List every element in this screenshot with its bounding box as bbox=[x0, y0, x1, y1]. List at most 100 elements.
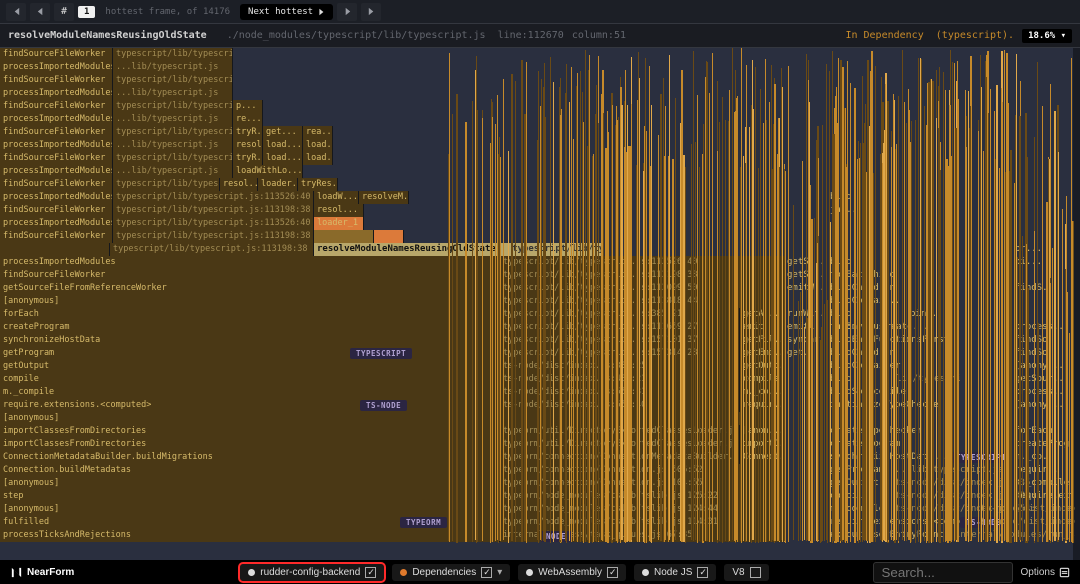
frame-cell[interactable]: ...lib/typescript.js bbox=[113, 87, 233, 100]
frame-cell[interactable]: ConnectionMetadataBuilder.buildMigration… bbox=[0, 451, 500, 464]
frame-cell[interactable]: load... bbox=[263, 152, 303, 165]
frame-cell[interactable]: findSourceFileWorker bbox=[0, 152, 113, 165]
frame-cell[interactable]: loader... bbox=[258, 178, 298, 191]
frame-cell[interactable]: typescript/lib/typescript.js:113198:38 bbox=[113, 204, 314, 217]
frame-cell[interactable]: forEach bbox=[0, 308, 500, 321]
frame-cell[interactable]: findSourceFileWorker bbox=[0, 100, 113, 113]
frame-cell[interactable] bbox=[314, 230, 374, 243]
project-pill[interactable]: rudder-config-backend ✓ bbox=[240, 564, 384, 581]
frame-cell[interactable]: findSourceFileWorker bbox=[0, 178, 113, 191]
frame-cell[interactable]: load... bbox=[303, 139, 333, 152]
wasm-pill[interactable]: WebAssembly ✓ bbox=[518, 564, 626, 581]
frame-cell[interactable]: resol... bbox=[233, 139, 263, 152]
frame-cell[interactable]: ...lib/typescript.js bbox=[113, 165, 233, 178]
frame-cell[interactable]: typescript/lib/typescript.js bbox=[113, 48, 233, 61]
frame-cell[interactable]: load... bbox=[303, 152, 333, 165]
v8-pill[interactable]: V8 ✓ bbox=[724, 564, 768, 581]
frame-cell[interactable]: processImportedModules bbox=[0, 113, 113, 126]
frame-cell[interactable]: findSourceFileWorker bbox=[0, 48, 113, 61]
frame-cell[interactable]: [anonymous] bbox=[0, 477, 500, 490]
search-input[interactable] bbox=[873, 562, 1013, 583]
frame-cell[interactable]: ...lib/typescript.js bbox=[113, 61, 233, 74]
frame-cell[interactable]: getSourceFileFromReferenceWorker bbox=[0, 282, 500, 295]
status-percent[interactable]: 18.6% ▾ bbox=[1022, 29, 1072, 43]
frame-cell[interactable]: resolveM... bbox=[359, 191, 409, 204]
frame-cell[interactable]: rea... bbox=[303, 126, 333, 139]
scrollbar[interactable] bbox=[1073, 48, 1080, 560]
frame-cell[interactable]: processImportedModules bbox=[0, 165, 113, 178]
check-icon: ✓ bbox=[607, 567, 618, 578]
wasm-label: WebAssembly bbox=[538, 567, 602, 578]
frame-cell[interactable]: ...lib/typescript.js bbox=[113, 139, 233, 152]
frame-cell[interactable]: loadWithLo... bbox=[233, 165, 303, 178]
frame-cell[interactable]: processImportedModules bbox=[0, 217, 113, 230]
frame-cell[interactable]: Connection.buildMetadatas bbox=[0, 464, 500, 477]
frame-cell[interactable]: compile bbox=[0, 373, 500, 386]
frame-cell[interactable]: load... bbox=[263, 139, 303, 152]
frame-cell[interactable]: p... bbox=[233, 100, 263, 113]
frame-cell[interactable]: [anonymous] bbox=[0, 295, 500, 308]
frame-cell[interactable]: typescript/lib/typescript.js bbox=[113, 152, 233, 165]
frame-cell[interactable]: re... bbox=[233, 113, 263, 126]
frame-cell[interactable]: synchronizeHostData bbox=[0, 334, 500, 347]
frame-cell[interactable]: typescript/lib/typescript.js bbox=[113, 126, 233, 139]
frame-cell[interactable]: loadW... bbox=[314, 191, 359, 204]
v8-label: V8 bbox=[732, 567, 744, 578]
frame-cell[interactable]: get... bbox=[263, 126, 303, 139]
nodejs-pill[interactable]: Node JS ✓ bbox=[634, 564, 716, 581]
frame-cell[interactable]: loader_1 bbox=[314, 217, 364, 230]
frame-cell[interactable]: processImportedModules bbox=[0, 61, 113, 74]
frame-cell[interactable]: findSourceFileWorker bbox=[0, 269, 500, 282]
frame-cell[interactable]: typescript/lib/typescript.js bbox=[113, 100, 233, 113]
frame-cell[interactable]: tryR... bbox=[233, 126, 263, 139]
frame-cell[interactable]: typescript/lib/typescript.js:113198:38 bbox=[110, 243, 314, 256]
frame-cell[interactable]: createProgram bbox=[0, 321, 500, 334]
frame-cell[interactable]: tryRes... bbox=[298, 178, 338, 191]
frame-cell[interactable]: processImportedModules bbox=[0, 191, 113, 204]
frame-cell[interactable]: processImportedModules bbox=[0, 256, 500, 269]
frame-cell[interactable]: typescript/lib/typescript.js bbox=[113, 178, 220, 191]
frame-cell[interactable]: processImportedModules bbox=[0, 139, 113, 152]
tag-typescript: TYPESCRIPT bbox=[350, 348, 412, 359]
frame-cell[interactable]: importClassesFromDirectories bbox=[0, 425, 500, 438]
flamegraph[interactable]: findSourceFileWorker typescript/lib/type… bbox=[0, 48, 1080, 560]
check-icon: ✓ bbox=[750, 567, 761, 578]
frame-cell[interactable]: findSourceFileWorker bbox=[0, 74, 113, 87]
frame-cell[interactable]: typescript/lib/typescript.js:113198:38 bbox=[113, 230, 314, 243]
frame-cell[interactable]: ...lib/typescript.js bbox=[113, 113, 233, 126]
frame-cell[interactable]: findSourceFileWorker bbox=[0, 126, 113, 139]
options-button[interactable]: Options bbox=[1021, 567, 1070, 578]
frame-cell[interactable]: m._compile bbox=[0, 386, 500, 399]
frame-cell[interactable]: typescript/lib/typescript.js bbox=[113, 74, 233, 87]
frame-cell[interactable] bbox=[0, 243, 110, 256]
frame-cell[interactable]: require.extensions.<computed> bbox=[0, 399, 500, 412]
check-icon: ✓ bbox=[365, 567, 376, 578]
status-function: resolveModuleNamesReusingOldState bbox=[8, 30, 207, 41]
status-column: column:51 bbox=[572, 30, 626, 41]
deps-pill[interactable]: Dependencies ✓ ▾ bbox=[392, 564, 510, 581]
frame-cell[interactable]: resol... bbox=[314, 204, 364, 217]
frame-cell[interactable]: typescript/lib/typescript.js:113526:40 bbox=[113, 217, 314, 230]
frame-cell[interactable]: resol... bbox=[220, 178, 258, 191]
frame-cell[interactable]: step bbox=[0, 490, 500, 503]
frame-cell[interactable]: findSourceFileWorker bbox=[0, 204, 113, 217]
frame-cell[interactable]: importClassesFromDirectories bbox=[0, 438, 500, 451]
check-icon: ✓ bbox=[481, 567, 492, 578]
dot-icon bbox=[642, 569, 649, 576]
nav-next-button[interactable] bbox=[337, 3, 357, 21]
nav-last-button[interactable] bbox=[361, 3, 381, 21]
frame-cell[interactable]: tryR... bbox=[233, 152, 263, 165]
frame-number: 1 bbox=[78, 6, 95, 18]
frame-cell[interactable]: processTicksAndRejections bbox=[0, 529, 500, 542]
frame-cell[interactable]: typescript/lib/typescript.js:113526:40 bbox=[113, 191, 314, 204]
frame-cell[interactable] bbox=[374, 230, 404, 243]
brand-logo[interactable]: NearForm bbox=[10, 566, 74, 579]
frame-cell[interactable]: processImportedModules bbox=[0, 87, 113, 100]
frame-cell[interactable]: getProgram bbox=[0, 347, 500, 360]
frame-cell[interactable]: getOutput bbox=[0, 360, 500, 373]
frame-cell[interactable]: findSourceFileWorker bbox=[0, 230, 113, 243]
nav-first-button[interactable] bbox=[6, 3, 26, 21]
next-hottest-button[interactable]: Next hottest bbox=[240, 4, 333, 20]
frame-cell[interactable]: [anonymous] bbox=[0, 503, 500, 516]
nav-prev-button[interactable] bbox=[30, 3, 50, 21]
